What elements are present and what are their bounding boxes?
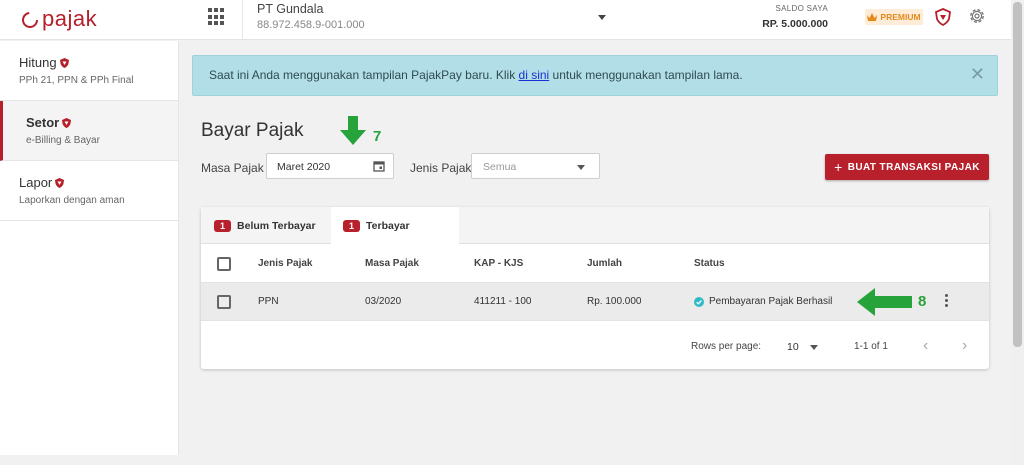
buat-transaksi-button[interactable]: + BUAT TRANSAKSI PAJAK <box>825 154 989 180</box>
masa-pajak-value: Maret 2020 <box>277 161 331 173</box>
pagination-range: 1-1 of 1 <box>854 341 888 352</box>
page-bottom <box>0 455 1011 465</box>
sidebar-item-subtitle: PPh 21, PPN & PPh Final <box>19 75 134 86</box>
alert-text-before: Saat ini Anda menggunakan tampilan Pajak… <box>209 68 519 82</box>
table-header: Jenis Pajak Masa Pajak KAP - KJS Jumlah … <box>201 244 989 283</box>
sidebar-item-label: Setor <box>26 115 60 130</box>
crown-icon <box>867 13 878 21</box>
jenis-pajak-placeholder: Semua <box>483 161 517 173</box>
cell-jenis-pajak: PPN <box>258 296 279 307</box>
company-name: PT Gundala <box>257 2 324 16</box>
masa-pajak-label: Masa Pajak <box>201 161 264 175</box>
sidebar-item-subtitle: e-Billing & Bayar <box>26 135 100 146</box>
masa-pajak-picker[interactable]: Maret 2020 <box>266 153 394 179</box>
transactions-card: 1 Belum Terbayar 1 Terbayar Jenis Pajak … <box>201 207 989 369</box>
buat-transaksi-label: BUAT TRANSAKSI PAJAK <box>847 161 980 173</box>
old-view-link[interactable]: di sini <box>519 68 550 82</box>
row-checkbox[interactable] <box>217 295 231 309</box>
pajak-logo[interactable]: pajak <box>20 6 97 32</box>
rows-per-page-label: Rows per page: <box>691 341 762 352</box>
check-circle-icon <box>694 296 704 307</box>
premium-label: PREMIUM <box>880 12 921 22</box>
plus-icon: + <box>834 159 843 175</box>
sidebar-item-hitung[interactable]: Hitung PPh 21, PPN & PPh Final <box>0 41 178 101</box>
page-title: Bayar Pajak <box>201 120 304 141</box>
count-badge: 1 <box>214 219 232 232</box>
cell-kap-kjs: 411211 - 100 <box>474 296 532 307</box>
column-header: KAP - KJS <box>474 258 524 269</box>
logo-icon <box>22 12 38 28</box>
shield-icon <box>62 117 72 128</box>
sidebar-item-setor[interactable]: Setor e-Billing & Bayar <box>0 101 178 161</box>
sidebar-item-subtitle: Laporkan dengan aman <box>19 195 125 206</box>
chevron-left-icon[interactable]: ‹ <box>923 337 928 355</box>
select-all-checkbox[interactable] <box>217 257 231 271</box>
tab-label: Terbayar <box>366 219 410 232</box>
sidebar: Hitung PPh 21, PPN & PPh Final Setor e-B… <box>0 41 179 465</box>
arrow-left-icon <box>857 287 913 320</box>
close-icon[interactable]: ✕ <box>970 64 985 85</box>
chevron-right-icon[interactable]: › <box>962 337 967 355</box>
chevron-down-icon[interactable] <box>810 345 818 350</box>
info-alert: Saat ini Anda menggunakan tampilan Pajak… <box>192 55 998 96</box>
annotation-number: 8 <box>918 293 927 310</box>
cell-status: Pembayaran Pajak Berhasil <box>694 296 832 307</box>
sidebar-item-title: Lapor <box>19 175 178 190</box>
saldo-value: RP. 5.000.000 <box>762 18 828 30</box>
calendar-icon <box>373 161 385 172</box>
rows-per-page-select[interactable]: 10 <box>787 341 799 353</box>
jenis-pajak-label: Jenis Pajak <box>410 161 472 175</box>
scrollbar-thumb[interactable] <box>1013 2 1022 347</box>
annotation-number: 7 <box>373 128 382 145</box>
tab-belum-terbayar[interactable]: 1 Belum Terbayar <box>214 207 316 244</box>
chevron-down-icon <box>577 165 585 170</box>
saldo-label: SALDO SAYA <box>775 4 828 13</box>
company-npwp: 88.972.458.9-001.000 <box>257 19 365 31</box>
arrow-down-icon <box>339 116 367 149</box>
sidebar-item-lapor[interactable]: Lapor Laporkan dengan aman <box>0 161 178 221</box>
column-header: Status <box>694 258 725 269</box>
count-badge: 1 <box>343 219 361 232</box>
shield-icon <box>59 57 69 68</box>
sidebar-item-title: Hitung <box>19 55 178 70</box>
tab-label: Belum Terbayar <box>237 219 316 232</box>
column-header: Jumlah <box>587 258 623 269</box>
column-header: Masa Pajak <box>365 258 419 269</box>
sidebar-item-label: Hitung <box>19 55 57 70</box>
cell-masa-pajak: 03/2020 <box>365 296 402 307</box>
cell-jumlah: Rp. 100.000 <box>587 296 642 307</box>
premium-badge[interactable]: PREMIUM <box>865 9 923 25</box>
gear-icon[interactable] <box>968 7 986 28</box>
shield-icon <box>55 177 65 188</box>
table-pagination: Rows per page: 10 1-1 of 1 ‹ › <box>201 321 989 369</box>
apps-grid-icon[interactable] <box>208 8 226 26</box>
column-header: Jenis Pajak <box>258 258 313 269</box>
shield-icon[interactable] <box>935 8 951 29</box>
company-selector[interactable]: PT Gundala 88.972.458.9-001.000 <box>242 0 606 40</box>
alert-text: Saat ini Anda menggunakan tampilan Pajak… <box>209 68 743 82</box>
tab-terbayar[interactable]: 1 Terbayar <box>331 207 459 244</box>
tab-bar: 1 Belum Terbayar 1 Terbayar <box>201 207 989 244</box>
chevron-down-icon <box>598 15 606 20</box>
table-row[interactable]: PPN 03/2020 411211 - 100 Rp. 100.000 Pem… <box>201 283 989 321</box>
saldo-block: SALDO SAYA RP. 5.000.000 <box>762 4 828 30</box>
more-vert-icon[interactable] <box>945 294 949 309</box>
top-bar: pajak PT Gundala 88.972.458.9-001.000 SA… <box>0 0 1024 40</box>
page-scrollbar[interactable] <box>1011 0 1024 465</box>
sidebar-item-title: Setor <box>26 115 178 130</box>
status-text: Pembayaran Pajak Berhasil <box>709 296 833 307</box>
sidebar-item-label: Lapor <box>19 175 53 190</box>
logo-text: pajak <box>42 6 98 31</box>
jenis-pajak-select[interactable]: Semua <box>471 153 600 179</box>
alert-text-after: untuk menggunakan tampilan lama. <box>549 68 743 82</box>
